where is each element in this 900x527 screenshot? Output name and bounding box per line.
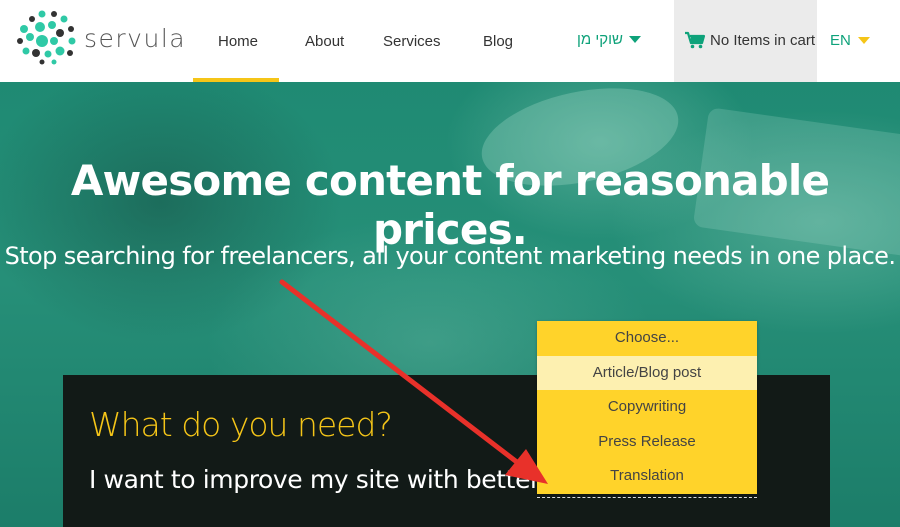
dropdown-option-article[interactable]: Article/Blog post bbox=[537, 355, 757, 390]
site-header: servula Home About Services Blog שוקי מן… bbox=[0, 0, 900, 82]
nav-services[interactable]: Services bbox=[383, 33, 441, 50]
chevron-down-icon bbox=[857, 37, 870, 44]
dropdown-option-copywriting[interactable]: Copywriting bbox=[537, 390, 757, 425]
service-dropdown[interactable]: Choose... Article/Blog post Copywriting … bbox=[537, 321, 757, 494]
user-name: שוקי מן bbox=[577, 31, 623, 48]
chevron-down-icon bbox=[628, 36, 641, 43]
dropdown-option-translation[interactable]: Translation bbox=[537, 459, 757, 494]
dropdown-option-choose[interactable]: Choose... bbox=[537, 321, 757, 356]
select-underline[interactable] bbox=[537, 497, 757, 498]
logo-wordmark[interactable]: servula bbox=[84, 24, 186, 53]
nav-about[interactable]: About bbox=[305, 33, 344, 50]
cart-area[interactable]: No Items in cart bbox=[674, 0, 817, 82]
nav-blog[interactable]: Blog bbox=[483, 33, 513, 50]
user-menu[interactable]: שוקי מן bbox=[577, 31, 641, 48]
language-selector[interactable]: EN bbox=[830, 32, 870, 49]
servula-logo[interactable] bbox=[16, 9, 78, 65]
card-sentence: I want to improve my site with better bbox=[89, 465, 540, 494]
dropdown-option-press-release[interactable]: Press Release bbox=[537, 425, 757, 460]
cart-label: No Items in cart bbox=[710, 31, 816, 49]
language-label: EN bbox=[830, 32, 851, 49]
cart-icon bbox=[685, 31, 706, 49]
hero-subtitle: Stop searching for freelancers, all your… bbox=[4, 242, 896, 270]
nav-home[interactable]: Home bbox=[218, 33, 258, 50]
cart-button[interactable]: No Items in cart bbox=[684, 31, 815, 49]
card-title: What do you need? bbox=[89, 405, 393, 444]
hero-title: Awesome content for reasonable prices. bbox=[70, 156, 830, 254]
